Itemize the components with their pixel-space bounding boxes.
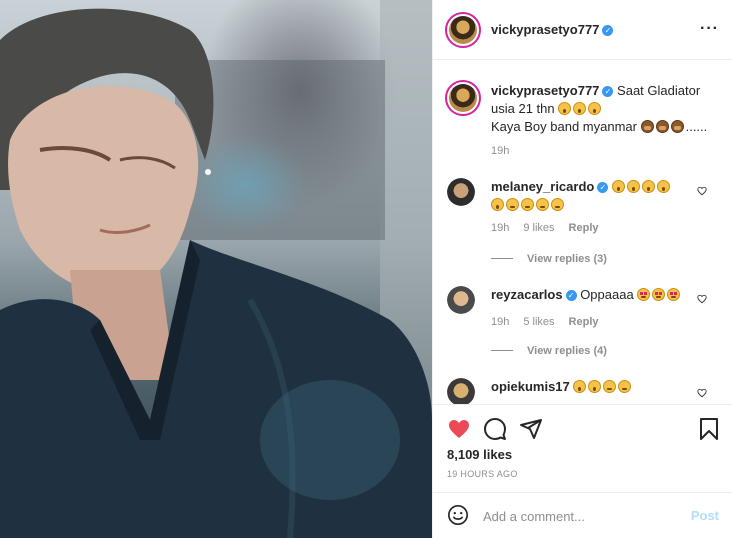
- comment-like-heart-icon[interactable]: [697, 186, 707, 196]
- heart-icon[interactable]: [447, 417, 471, 441]
- comment-likes[interactable]: 5 likes: [523, 316, 554, 328]
- add-comment-bar: Post: [433, 492, 732, 538]
- comment-text: reyzacarlos ✓ Oppaaaa: [491, 286, 701, 304]
- post-photo[interactable]: [0, 0, 432, 538]
- post-side-panel: vickyprasetyo777 ✓ ··· vickyprasetyo777 ✓ …: [432, 0, 732, 538]
- emoji-icon: [506, 198, 519, 211]
- post-actions: 8,109 likes 19 HOURS AGO: [433, 404, 732, 500]
- post-caption: vickyprasetyo777 ✓ Saat Gladiator usia 21…: [491, 82, 711, 136]
- comment-avatar-image: [447, 178, 475, 206]
- view-replies-line: [491, 350, 513, 351]
- comments-list[interactable]: vickyprasetyo777 ✓ Saat Gladiator usia 21…: [433, 60, 732, 404]
- emoji-icon: [626, 180, 640, 193]
- comment-time[interactable]: 19h: [491, 222, 509, 234]
- comment-reply-button[interactable]: Reply: [569, 222, 599, 234]
- bookmark-icon[interactable]: [699, 417, 719, 441]
- caption-line2: usia 21 thn: [491, 101, 555, 116]
- header-username-text[interactable]: vickyprasetyo777: [491, 22, 599, 37]
- caption-line1: Saat Gladiator: [617, 83, 701, 98]
- verified-icon: ✓: [565, 290, 577, 301]
- emoji-icon: [640, 120, 654, 133]
- verified-icon: ✓: [602, 86, 614, 97]
- post-time-ago[interactable]: 19 HOURS AGO: [447, 469, 518, 479]
- comment-username[interactable]: melaney_ricardo: [491, 179, 594, 194]
- caption-avatar-image: [449, 84, 477, 112]
- comment-like-heart-icon[interactable]: [697, 388, 707, 398]
- share-icon[interactable]: [519, 417, 543, 441]
- emoji-icon: [655, 120, 669, 133]
- emoji-icon: [573, 380, 587, 393]
- view-replies-button[interactable]: View replies (4): [491, 345, 607, 357]
- comment-time[interactable]: 19h: [491, 316, 509, 328]
- comment-meta: 19h 5 likes Reply: [491, 316, 613, 328]
- view-replies-button[interactable]: View replies (3): [491, 253, 607, 265]
- emoji-icon: [558, 102, 572, 115]
- verified-icon: ✓: [597, 182, 609, 193]
- comment-reply-button[interactable]: Reply: [569, 316, 599, 328]
- caption-username[interactable]: vickyprasetyo777: [491, 83, 599, 98]
- like-count[interactable]: 8,109 likes: [447, 447, 512, 462]
- caption-tail: ......: [685, 119, 708, 134]
- emoji-icon: [603, 380, 617, 393]
- comment-avatar[interactable]: [447, 178, 475, 206]
- comment-text: melaney_ricardo ✓: [491, 178, 701, 214]
- emoji-icon: [667, 288, 681, 301]
- emoji-icon: [491, 198, 504, 211]
- emoji-icon: [641, 180, 655, 193]
- view-replies-label[interactable]: View replies (3): [527, 253, 607, 265]
- header-username[interactable]: vickyprasetyo777 ✓: [491, 22, 614, 37]
- view-replies-label[interactable]: View replies (4): [527, 345, 607, 357]
- caption-avatar[interactable]: [445, 80, 481, 116]
- verified-icon: ✓: [602, 25, 614, 36]
- emoji-icon: [551, 198, 564, 211]
- view-replies-line: [491, 258, 513, 259]
- emoji-icon: [670, 120, 684, 133]
- emoji-icon: [656, 180, 670, 193]
- comment-username[interactable]: reyzacarlos: [491, 287, 563, 302]
- comment-avatar-image: [447, 378, 475, 404]
- emoji-icon: [618, 380, 632, 393]
- comment-body: Oppaaaa: [580, 287, 634, 302]
- comment-like-heart-icon[interactable]: [697, 294, 707, 304]
- comment-avatar[interactable]: [447, 378, 475, 404]
- comment-avatar-image: [447, 286, 475, 314]
- caption-meta: 19h: [491, 145, 523, 157]
- comment-icon[interactable]: [483, 417, 507, 441]
- emoji-icon: [588, 102, 602, 115]
- emoji-icon: [637, 288, 651, 301]
- emoji-icon: [521, 198, 534, 211]
- more-options-icon[interactable]: ···: [700, 20, 719, 38]
- comment-username[interactable]: opiekumis17: [491, 379, 570, 394]
- comment-text: opiekumis17: [491, 378, 701, 396]
- comment-meta: 19h 9 likes Reply: [491, 222, 613, 234]
- emoji-icon: [652, 288, 666, 301]
- caption-time[interactable]: 19h: [491, 145, 509, 157]
- emoji-icon[interactable]: [447, 504, 469, 526]
- emoji-icon: [588, 380, 602, 393]
- instagram-post-view: vickyprasetyo777 ✓ ··· vickyprasetyo777 ✓ …: [0, 0, 732, 538]
- emoji-icon: [611, 180, 625, 193]
- portrait-illustration: [0, 0, 432, 538]
- author-avatar[interactable]: [445, 12, 481, 48]
- emoji-icon: [573, 102, 587, 115]
- comment-likes[interactable]: 9 likes: [523, 222, 554, 234]
- add-comment-input[interactable]: [481, 503, 685, 529]
- post-comment-button[interactable]: Post: [691, 508, 719, 523]
- post-header: vickyprasetyo777 ✓ ···: [433, 0, 732, 60]
- author-avatar-image: [449, 16, 477, 44]
- emoji-icon: [536, 198, 549, 211]
- caption-line3: Kaya Boy band myanmar: [491, 119, 637, 134]
- comment-avatar[interactable]: [447, 286, 475, 314]
